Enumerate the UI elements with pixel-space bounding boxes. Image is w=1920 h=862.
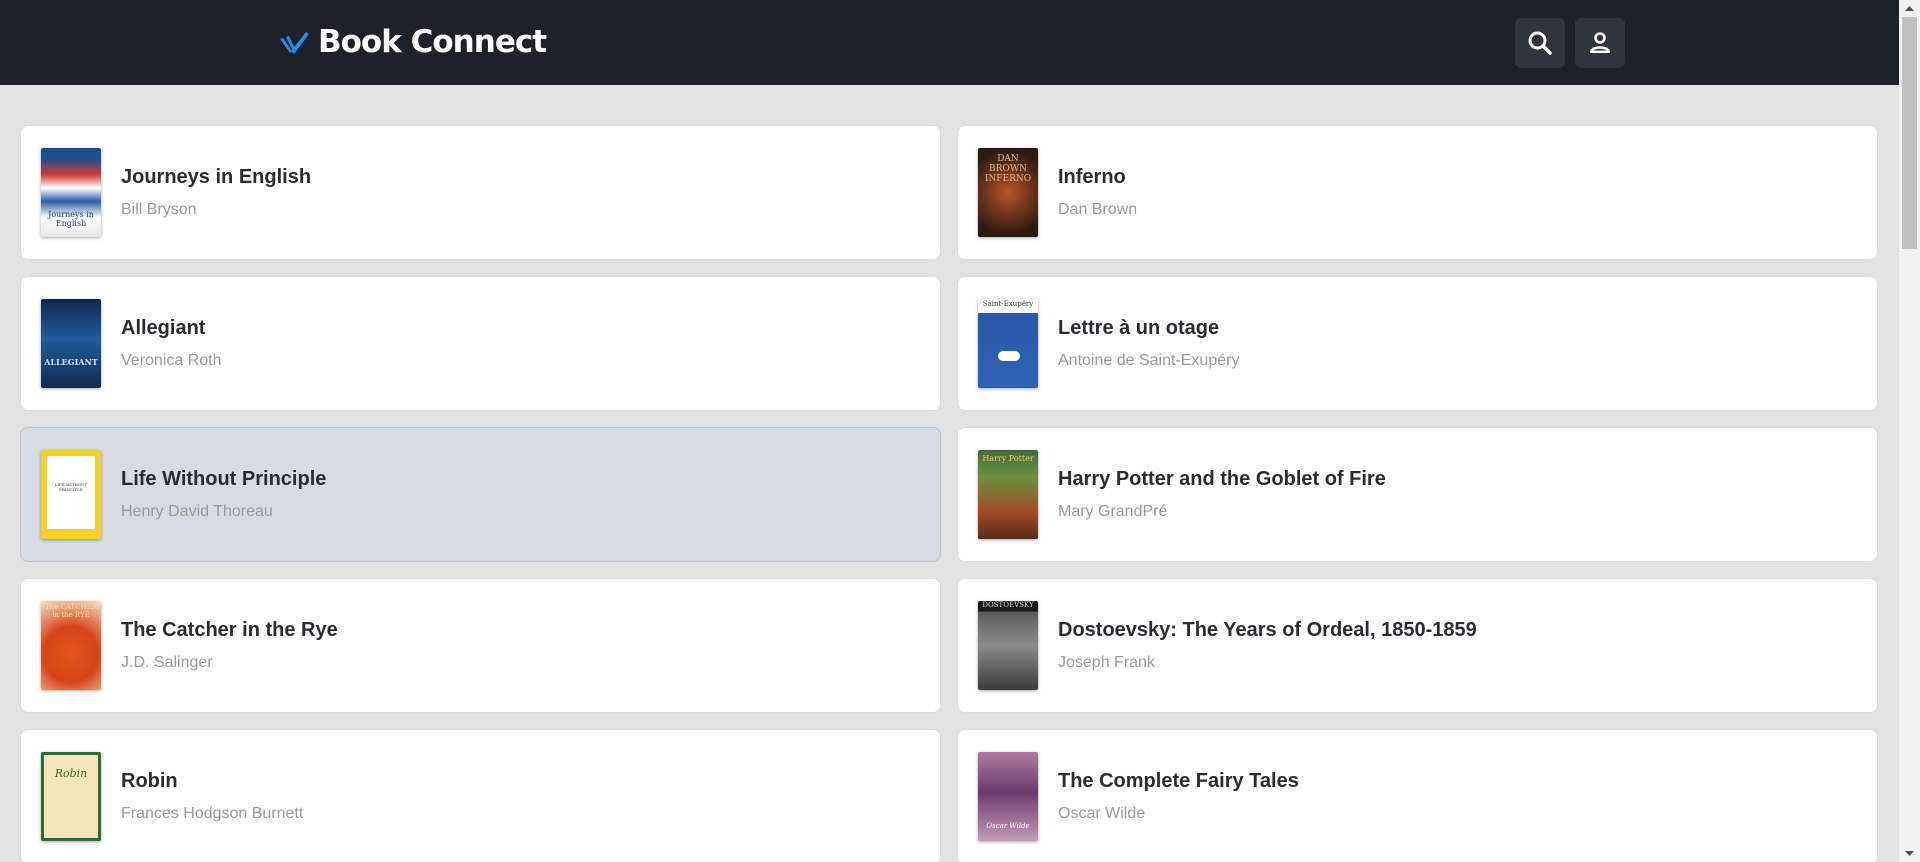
scroll-up-icon[interactable] xyxy=(1899,0,1920,17)
book-card[interactable]: DOSTOEVSKY Dostoevsky: The Years of Orde… xyxy=(957,578,1878,713)
book-title: The Catcher in the Rye xyxy=(121,619,338,641)
book-author: Frances Hodgson Burnett xyxy=(121,805,304,822)
book-title: Lettre à un otage xyxy=(1058,317,1220,339)
book-title: Allegiant xyxy=(121,317,206,339)
book-cover-image: Robin xyxy=(41,752,101,841)
book-author: Antoine de Saint-Exupéry xyxy=(1058,352,1240,369)
search-icon xyxy=(1528,31,1552,55)
book-cover-image: DOSTOEVSKY xyxy=(978,601,1038,690)
scrollbar-thumb[interactable] xyxy=(1902,17,1917,249)
app-title: Book Connect xyxy=(318,24,547,60)
book-cover-image: Journeys in English xyxy=(41,148,101,237)
book-cover-image: ALLEGIANT xyxy=(41,299,101,388)
book-cover-image: Saint-Exupéry xyxy=(978,299,1038,388)
book-card[interactable]: ALLEGIANT Allegiant Veronica Roth xyxy=(20,276,941,411)
book-card[interactable]: Robin Robin Frances Hodgson Burnett xyxy=(20,729,941,862)
book-connect-logo-icon xyxy=(280,32,309,54)
book-cover-image: LIFE WITHOUT PRINCIPLE xyxy=(41,450,101,539)
book-list: Journeys in English Journeys in English … xyxy=(0,85,1899,862)
book-author: J.D. Salinger xyxy=(121,654,213,671)
book-card[interactable]: Harry Potter Harry Potter and the Goblet… xyxy=(957,427,1878,562)
book-title: Journeys in English xyxy=(121,166,312,188)
book-author: Dan Brown xyxy=(1058,201,1138,218)
book-title: Inferno xyxy=(1058,166,1126,188)
person-icon xyxy=(1590,32,1610,53)
logo[interactable]: Book Connect xyxy=(278,22,547,62)
book-card-selected[interactable]: LIFE WITHOUT PRINCIPLE Life Without Prin… xyxy=(20,427,941,562)
account-button[interactable] xyxy=(1575,18,1625,68)
book-card[interactable]: DAN BROWN INFERNO Inferno Dan Brown xyxy=(957,125,1878,260)
book-cover-image: The CATCHER in the RYE xyxy=(41,601,101,690)
search-button[interactable] xyxy=(1515,18,1565,68)
book-card[interactable]: The CATCHER in the RYE The Catcher in th… xyxy=(20,578,941,713)
book-author: Mary GrandPré xyxy=(1058,503,1168,520)
book-author: Bill Bryson xyxy=(121,201,197,218)
vertical-scrollbar[interactable] xyxy=(1899,0,1920,862)
book-card[interactable]: Oscar Wilde The Complete Fairy Tales Osc… xyxy=(957,729,1878,862)
book-title: Robin xyxy=(121,770,178,792)
book-title: Life Without Principle xyxy=(121,468,327,490)
book-title: Harry Potter and the Goblet of Fire xyxy=(1058,468,1386,490)
book-author: Oscar Wilde xyxy=(1058,805,1146,822)
book-author: Veronica Roth xyxy=(121,352,222,369)
book-title: Dostoevsky: The Years of Ordeal, 1850-18… xyxy=(1058,619,1477,641)
book-card[interactable]: Saint-Exupéry Lettre à un otage Antoine … xyxy=(957,276,1878,411)
book-card[interactable]: Journeys in English Journeys in English … xyxy=(20,125,941,260)
book-title: The Complete Fairy Tales xyxy=(1058,770,1299,792)
book-cover-image: Oscar Wilde xyxy=(978,752,1038,841)
book-author: Joseph Frank xyxy=(1058,654,1155,671)
app-header: Book Connect xyxy=(0,0,1899,85)
book-cover-image: Harry Potter xyxy=(978,450,1038,539)
book-author: Henry David Thoreau xyxy=(121,503,273,520)
scroll-down-icon[interactable] xyxy=(1899,845,1920,862)
book-cover-image: DAN BROWN INFERNO xyxy=(978,148,1038,237)
